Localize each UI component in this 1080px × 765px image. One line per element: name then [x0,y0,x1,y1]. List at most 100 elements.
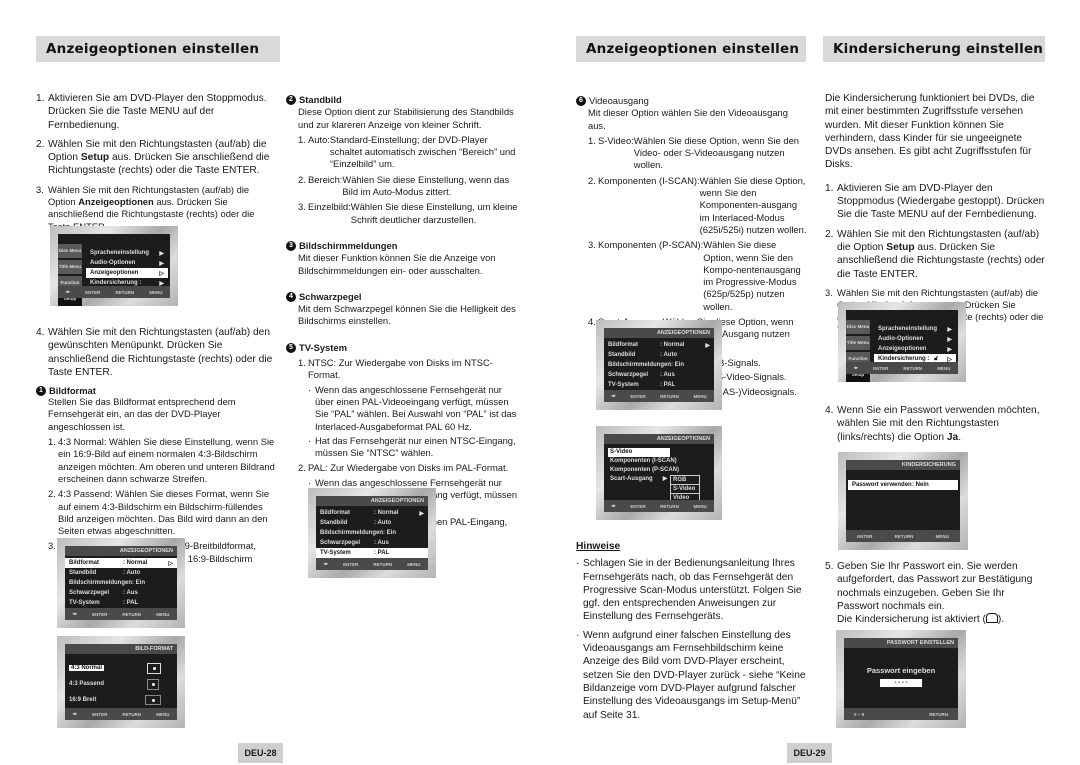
bullet-item: · Wenn das angeschlossene Fernsehgerät nu… [308,383,517,432]
step-4: 4. Wählen Sie mit den Richtungstasten (au… [36,327,273,378]
list-item: 1. Auto: Standard-Einstellung; der DVD-Pl… [298,133,516,170]
menu-item-selected: Anzeigeoptionen ▷ [86,268,168,278]
submenu-option-selected: S-Video [608,448,670,457]
menu-row: TV-System: PAL [69,600,139,606]
kinder-setup-menu-screen: Disc Menu Title Menu Function Setup Spra… [846,310,958,382]
tv-16-9-icon [145,695,161,705]
setup-menu-list: Spracheneinstellung ▶ Audio-Optionen ▶ Anz… [86,248,168,288]
videoausgang-submenu-screen: ANZEIGEOPTIONEN S-Video Komponenten (I-S… [604,434,714,512]
options-menu-screen: ANZEIGEOPTIONEN Bildformat: Normal ▷ Stan… [65,546,177,620]
setup-menu-screenshot: Disc Menu Title Menu Function Setup Spra… [50,226,178,306]
menu-footer: ◂▸ ENTER RETURN MENU [846,362,958,374]
videoausgang-menu-screen: ANZEIGEOPTIONEN Bildformat: Normal ▶ Stan… [604,328,714,402]
tv-system-menu-screenshot: ANZEIGEOPTIONEN Bildformat: Normal ▶ Stan… [308,488,436,578]
step-1: 1. Aktivieren Sie am DVD-Player den Stopp… [825,182,1045,221]
list-item: 3. Komponenten (P-SCAN): Wählen Sie diese… [588,239,801,312]
section-bildformat-title: 1 Bildformat [36,385,276,396]
section-standbild-title: 2 Standbild [286,94,518,106]
hinweise-title: Hinweise [576,541,621,552]
menu-footer: ◂▸ ENTER RETURN MENU [65,608,177,620]
bildformat-option: 4:3 Normal [69,660,173,676]
bildformat-option: 4:3 Passend [69,676,173,692]
list-item: 1. S-Video: Wählen Sie diese Option, wenn… [588,134,800,171]
scart-options-box: RGB S-Video Video [670,475,700,503]
menu-title: PASSWORT EINSTELLEN [844,638,958,648]
tv-4-3-icon [147,662,161,674]
options-menu-screenshot: ANZEIGEOPTIONEN Bildformat: Normal ▷ Stan… [57,538,185,628]
menu-row: Bildformat: Normal ▶ [608,342,710,349]
submenu-option: Komponenten (I-SCAN) [610,458,677,464]
menu-footer: 0 ~ 9 RETURN [844,708,958,720]
bildformat-menu-screenshot: BILD-FORMAT 4:3 Normal 4:3 Passend 16:9 … [57,636,185,728]
list-item: 2. Komponenten (I-SCAN): Wählen Sie diese… [588,174,807,235]
page-number-right: DEU-29 [787,743,832,763]
menu-item: Audio-Optionen ▶ [90,260,164,267]
side-tab-title-menu: Title Menu [58,260,82,274]
menu-footer: ◂▸ ENTER RETURN MENU [58,286,170,298]
section-tvsystem-title: 5 TV-System [286,342,518,354]
menu-row: Bildschirmmeldungen: Ein [608,362,685,368]
bildformat-desc: Stellen Sie das Bildformat entsprechend … [48,396,236,432]
passwort-input[interactable]: - - - - [880,679,922,687]
menu-title: ANZEIGEOPTIONEN [604,434,714,444]
standbild-desc: Diese Option dient zur Stabilisierung de… [298,106,514,130]
menu-footer: ◂▸ ENTER RETURN MENU [65,708,177,720]
number-3-icon: 3 [286,241,296,252]
hinweise-section: Hinweise · Schlagen Sie in der Bedienungs… [576,540,808,722]
menu-item: Spracheneinstellung ▶ [90,250,164,257]
bildformat-menu-screen: BILD-FORMAT 4:3 Normal 4:3 Passend 16:9 … [65,644,177,720]
note-item: · Wenn aufgrund einer falschen Einstellun… [576,629,806,721]
list-item: 1. 4:3 Normal: Wählen Sie diese Einstellu… [48,436,275,484]
menu-row: TV-System: PAL [608,382,676,388]
menu-item: Anzeigeoptionen ▶ [878,346,952,353]
menu-row-selected: Bildformat: Normal ▷ [65,558,177,568]
menu-item: Spracheneinstellung ▶ [878,326,952,333]
side-tab-disc-menu: Disc Menu [846,320,870,334]
step-2: 2. Wählen Sie mit den Richtungstasten (au… [825,228,1045,280]
side-tab-title-menu: Title Menu [846,336,870,350]
list-item: 1. NTSC: Zur Wiedergabe von Disks im NTS… [298,357,517,459]
section-schwarzpegel-title: 4 Schwarzpegel [286,291,518,303]
left-column-2: 2 Standbild Diese Option dient zur Stabil… [286,92,518,540]
videoausgang-desc: Mit dieser Option wählen Sie den Videoau… [588,107,788,131]
passwort-verwenden-row: Passwort verwenden: Nein [848,480,958,490]
menu-item: Audio-Optionen ▶ [878,336,952,343]
left-page-header: Anzeigeoptionen einstellen [36,36,280,62]
bullet-item: · Hat das Fernsehgerät nur einen NTSC-Ein… [308,434,516,459]
setup-menu-screen: Disc Menu Title Menu Function Setup Spra… [58,234,170,306]
tv-system-menu-screen: ANZEIGEOPTIONEN Bildformat: Normal ▶ Stan… [316,496,428,570]
middle-page-title: Anzeigeoptionen einstellen [586,41,800,57]
kinder-step-4: 4. Wenn Sie ein Passwort verwenden möchte… [825,404,1047,450]
kindersicherung-menu-screenshot: KINDERSICHERUNG Passwort verwenden: Nein… [838,452,968,550]
menu-row: Bildformat: Normal ▶ [320,510,424,517]
menu-title: BILD-FORMAT [65,644,177,654]
lock-icon [985,613,998,624]
section-videoausgang-title: 6 Videoausgang [576,94,808,107]
kinder-setup-menu-screenshot: Disc Menu Title Menu Function Setup Spra… [838,302,966,382]
menu-row-selected: TV-System: PAL [316,548,428,558]
menu-footer: ◂▸ ENTER RETURN MENU [604,500,714,512]
side-tab-disc-menu: Disc Menu [58,244,82,258]
left-page-title: Anzeigeoptionen einstellen [46,41,260,57]
setup-menu-list: Spracheneinstellung ▶ Audio-Optionen ▶ Anz… [874,324,956,364]
menu-footer: ◂▸ ENTER RETURN MENU [604,390,714,402]
middle-page-header: Anzeigeoptionen einstellen [576,36,806,62]
list-item: 2. 4:3 Passend: Wählen Sie dieses Format,… [48,488,270,537]
kinder-step-5: 5. Geben Sie Ihr Passwort ein. Sie werden… [825,560,1047,632]
menu-row: Standbild: Auto [608,352,678,358]
schwarzpegel-desc: Mit dem Schwarzpegel können Sie die Hell… [298,303,516,327]
number-5-icon: 5 [286,342,296,353]
tv-4-3-passend-icon [147,678,159,690]
step-5: 5. Geben Sie Ihr Passwort ein. Sie werden… [825,561,1033,626]
step-1: 1. Aktivieren Sie am DVD-Player den Stopp… [36,93,267,131]
right-page-header: Kindersicherung einstellen [823,36,1045,62]
menu-side-tabs: Disc Menu Title Menu Function Setup [846,320,870,384]
right-page-title: Kindersicherung einstellen [833,41,1044,57]
menu-row: Standbild: Auto [69,570,141,576]
bildschirm-desc: Mit dieser Funktion können Sie die Anzei… [298,252,496,276]
menu-footer: ENTER RETURN MENU [846,530,960,542]
note-item: · Schlagen Sie in der Bedienungsanleitung… [576,558,802,623]
passwort-menu-screenshot: PASSWORT EINSTELLEN Passwort eingeben - … [836,630,966,728]
list-item: 2. Bereich: Wählen Sie diese Einstellung,… [298,173,510,198]
number-1-icon: 1 [36,385,46,396]
